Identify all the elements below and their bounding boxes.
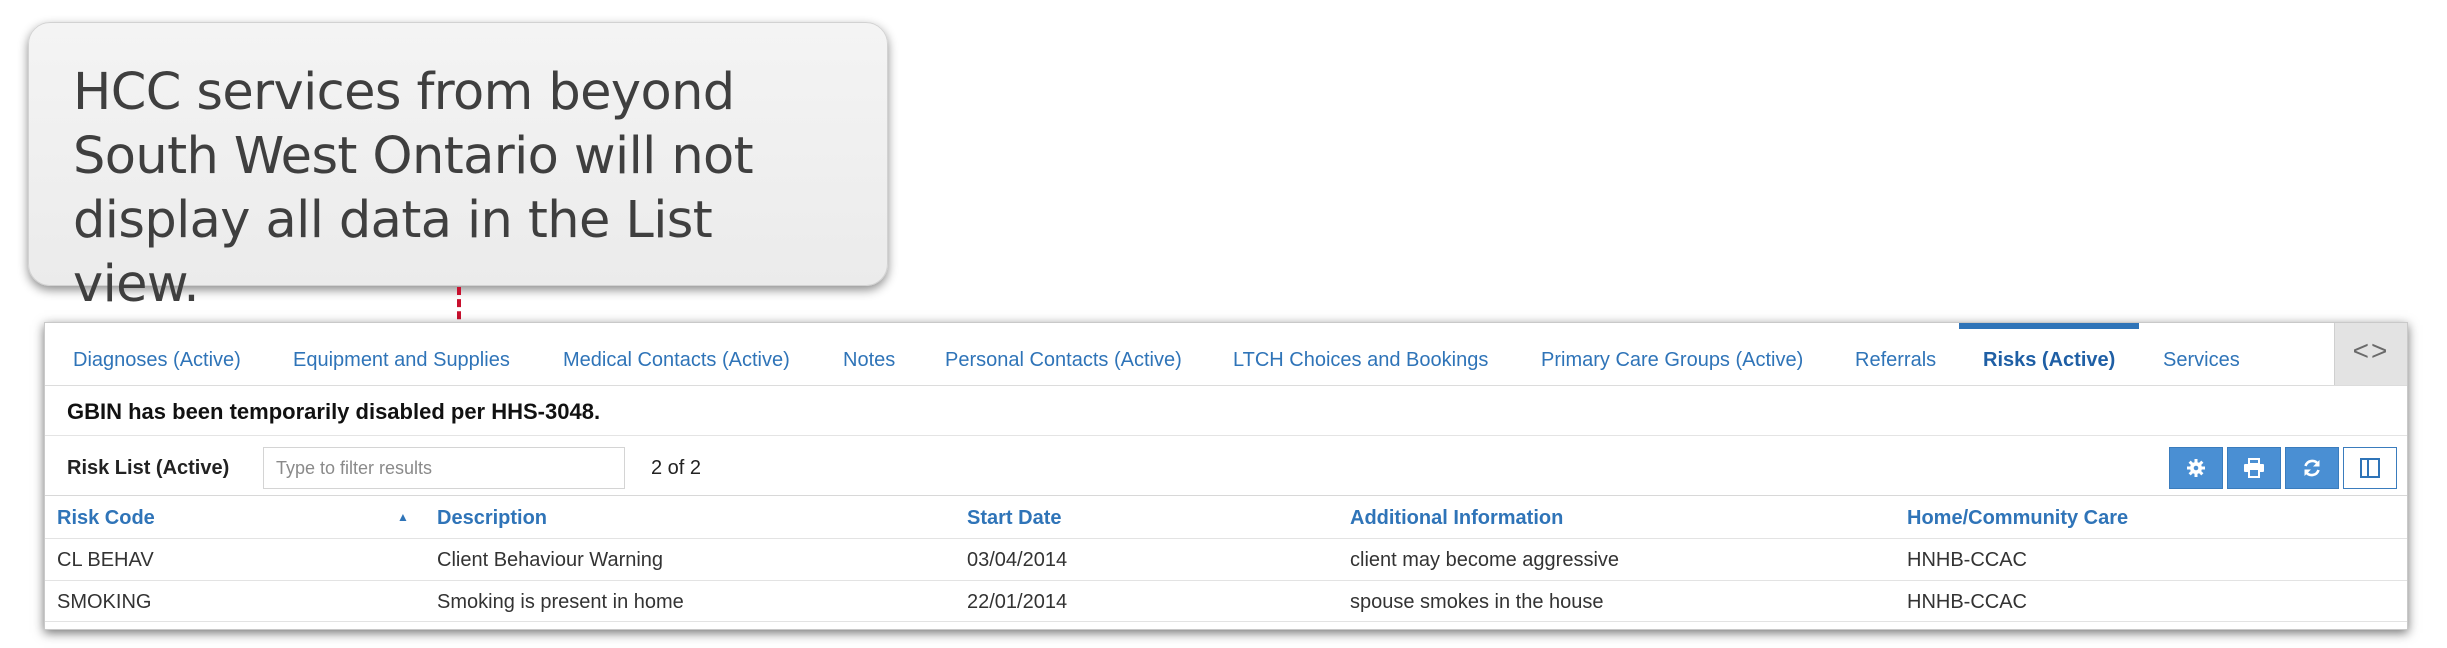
refresh-icon — [2304, 459, 2320, 477]
risks-panel: Diagnoses (Active) Equipment and Supplie… — [44, 322, 2408, 630]
tab-medical-contacts[interactable]: Medical Contacts (Active) — [563, 323, 790, 385]
column-header-additional-information[interactable]: Additional Information — [1350, 498, 1563, 538]
tab-referrals[interactable]: Referrals — [1855, 323, 1936, 385]
column-header-start-date[interactable]: Start Date — [967, 498, 1061, 538]
cell-description: Client Behaviour Warning — [437, 549, 664, 571]
tab-bar: Diagnoses (Active) Equipment and Supplie… — [45, 323, 2407, 386]
gear-icon — [2187, 459, 2205, 477]
refresh-button[interactable] — [2285, 447, 2339, 489]
tab-primary-care-groups[interactable]: Primary Care Groups (Active) — [1541, 323, 1803, 385]
filter-input[interactable] — [263, 447, 625, 489]
tab-notes[interactable]: Notes — [843, 323, 895, 385]
cell-additional-information: client may become aggressive — [1350, 549, 1620, 571]
column-header-description[interactable]: Description — [437, 498, 547, 538]
print-icon — [2244, 458, 2264, 478]
columns-icon — [2360, 458, 2380, 478]
callout-text: HCC services from beyond South West Onta… — [73, 63, 754, 314]
table-header: Risk Code ▲ Description Start Date Addit… — [45, 498, 2407, 538]
code-arrows-icon[interactable]: <> — [2334, 323, 2407, 385]
cell-description: Smoking is present in home — [437, 591, 684, 613]
columns-button[interactable] — [2343, 447, 2397, 489]
cell-risk-code: SMOKING — [57, 591, 152, 613]
cell-additional-information: spouse smokes in the house — [1350, 591, 1604, 613]
cell-home-community-care: HNHB-CCAC — [1907, 549, 2027, 571]
divider — [45, 435, 2407, 436]
print-button[interactable] — [2227, 447, 2281, 489]
table-row[interactable]: CL BEHAV Client Behaviour Warning 03/04/… — [45, 538, 2407, 579]
notice-message: GBIN has been temporarily disabled per H… — [67, 399, 601, 424]
tab-ltch-choices-and-bookings[interactable]: LTCH Choices and Bookings — [1233, 323, 1488, 385]
result-count: 2 of 2 — [651, 457, 702, 479]
list-title: Risk List (Active) — [67, 457, 230, 479]
tab-services[interactable]: Services — [2163, 323, 2240, 385]
cell-start-date: 22/01/2014 — [967, 591, 1068, 613]
cell-risk-code: CL BEHAV — [57, 549, 154, 571]
table-row[interactable]: SMOKING Smoking is present in home 22/01… — [45, 580, 2407, 622]
divider — [45, 495, 2407, 496]
tab-diagnoses[interactable]: Diagnoses (Active) — [73, 323, 241, 385]
settings-button[interactable] — [2169, 447, 2223, 489]
tab-equipment-and-supplies[interactable]: Equipment and Supplies — [293, 323, 510, 385]
tab-risks[interactable]: Risks (Active) — [1959, 323, 2140, 385]
column-header-risk-code[interactable]: Risk Code — [57, 498, 155, 538]
column-header-home-community-care[interactable]: Home/Community Care — [1907, 498, 2128, 538]
tab-personal-contacts[interactable]: Personal Contacts (Active) — [945, 323, 1182, 385]
list-toolbar — [2169, 447, 2397, 489]
info-callout: HCC services from beyond South West Onta… — [28, 22, 888, 314]
sort-ascending-icon[interactable]: ▲ — [397, 498, 409, 536]
cell-home-community-care: HNHB-CCAC — [1907, 591, 2027, 613]
cell-start-date: 03/04/2014 — [967, 549, 1068, 571]
